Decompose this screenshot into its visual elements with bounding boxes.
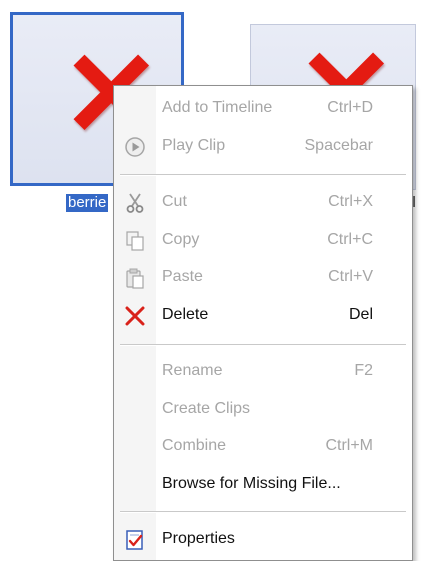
- menu-item-copy[interactable]: Copy Ctrl+C: [114, 222, 412, 259]
- menu-separator: [120, 174, 406, 176]
- menu-item-label: Browse for Missing File...: [162, 475, 341, 492]
- menu-item-create-clips[interactable]: Create Clips: [114, 391, 412, 428]
- properties-icon: [124, 529, 146, 551]
- menu-item-label: Delete: [162, 306, 209, 323]
- menu-item-rename[interactable]: Rename F2: [114, 353, 412, 390]
- menu-item-label: Copy: [162, 231, 200, 248]
- menu-item-shortcut: Ctrl+C: [327, 231, 373, 248]
- menu-item-label: Rename: [162, 362, 223, 379]
- menu-item-label: Properties: [162, 530, 235, 547]
- menu-item-label: Cut: [162, 193, 187, 210]
- context-menu: Add to Timeline Ctrl+D Play Clip Spaceba…: [113, 85, 413, 561]
- copy-icon: [124, 230, 146, 252]
- menu-item-shortcut: Ctrl+M: [325, 437, 373, 454]
- menu-separator: [120, 344, 406, 346]
- menu-item-shortcut: Ctrl+D: [327, 99, 373, 116]
- menu-item-browse-missing-file[interactable]: Browse for Missing File...: [114, 466, 412, 503]
- menu-item-label: Create Clips: [162, 400, 251, 417]
- menu-item-shortcut: F2: [354, 362, 373, 379]
- menu-item-shortcut: Ctrl+V: [328, 268, 373, 285]
- scissors-icon: [124, 192, 146, 214]
- delete-x-icon: [124, 305, 146, 327]
- menu-item-cut[interactable]: Cut Ctrl+X: [114, 184, 412, 221]
- menu-item-shortcut: Del: [348, 306, 373, 323]
- movie-maker-collection-view: ✕ berrie ✕ al Add to Timeline Ctrl+D Pla…: [0, 0, 426, 561]
- menu-item-shortcut: Ctrl+X: [328, 193, 373, 210]
- clip-label-selected[interactable]: berrie: [66, 194, 109, 212]
- menu-separator: [120, 511, 406, 513]
- paste-icon: [124, 267, 146, 289]
- menu-item-paste[interactable]: Paste Ctrl+V: [114, 259, 412, 296]
- menu-item-delete[interactable]: Delete Del: [114, 297, 412, 334]
- menu-item-combine[interactable]: Combine Ctrl+M: [114, 428, 412, 465]
- menu-item-shortcut: Spacebar: [304, 137, 374, 154]
- menu-item-label: Play Clip: [162, 137, 226, 154]
- menu-item-label: Add to Timeline: [162, 99, 273, 116]
- menu-item-properties[interactable]: Properties: [114, 521, 412, 558]
- menu-item-play-clip[interactable]: Play Clip Spacebar: [114, 128, 412, 165]
- menu-item-label: Combine: [162, 437, 227, 454]
- menu-item-label: Paste: [162, 268, 203, 285]
- menu-item-add-to-timeline[interactable]: Add to Timeline Ctrl+D: [114, 90, 412, 127]
- play-icon: [124, 136, 146, 158]
